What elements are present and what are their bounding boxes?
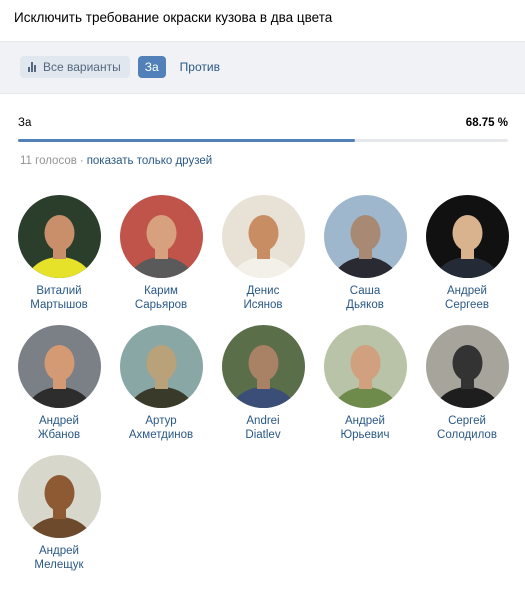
voter-first-name: Andrei [246,415,280,427]
all-variants-label: Все варианты [43,60,121,74]
votes-meta: 11 голосов · показать только друзей [20,155,212,167]
filter-for-button[interactable]: За [137,56,166,78]
voter-last-name: Исянов [243,299,283,311]
avatar[interactable] [17,455,101,538]
voter-name[interactable]: Карим Сарьяров [135,284,187,312]
voter-last-name: Жбанов [37,429,81,441]
all-variants-button[interactable]: Все варианты [20,56,130,78]
voter-card[interactable]: Андрей Мелещук [8,455,110,575]
option-result: За 68.75 % [18,117,508,142]
filter-for-label: За [144,60,159,74]
voter-last-name: Сарьяров [134,299,188,311]
avatar[interactable] [323,325,407,408]
voter-last-name: Ахметдинов [128,429,194,441]
avatar[interactable] [221,325,305,408]
voter-name[interactable]: Андрей Сергеев [445,284,489,312]
voter-last-name: Солодилов [437,429,497,441]
poll-question: Исключить требование окраски кузова в дв… [14,10,333,25]
avatar[interactable] [425,195,509,278]
filter-against-button[interactable]: Против [174,56,226,78]
voter-first-name: Андрей [345,415,385,427]
avatar[interactable] [17,325,101,408]
voter-card[interactable]: Андрей Жбанов [8,325,110,445]
voter-card[interactable]: Андрей Сергеев [416,195,518,315]
bar-chart-icon [28,62,38,72]
voter-card[interactable]: Андрей Юрьевич [314,325,416,445]
option-progress-fill [18,139,355,142]
voter-last-name: Сергеев [445,299,489,311]
voter-last-name: Мартышов [30,299,88,311]
voter-name[interactable]: Андрей Юрьевич [341,414,390,442]
voter-name[interactable]: Сергей Солодилов [437,414,497,442]
filter-against-label: Против [179,60,220,74]
voter-card[interactable]: Карим Сарьяров [110,195,212,315]
voters-grid: Виталий Мартышов Карим Сарьяров Денис Исянов С… [8,195,520,575]
voter-name[interactable]: Андрей Мелещук [34,544,83,572]
voter-last-name: Дьяков [346,299,384,311]
voter-card[interactable]: Денис Исянов [212,195,314,315]
voter-last-name: Мелещук [34,559,84,571]
filter-bar: Все варианты За Против [0,42,525,94]
option-percent: 68.75 % [465,117,508,129]
voter-name[interactable]: Andrei Diatlev [245,414,280,442]
voter-card[interactable]: Andrei Diatlev [212,325,314,445]
voter-first-name: Денис [246,285,280,297]
meta-separator: · [79,155,84,167]
avatar[interactable] [323,195,407,278]
avatar[interactable] [221,195,305,278]
voter-last-name: Diatlev [245,429,281,441]
voter-name[interactable]: Виталий Мартышов [30,284,88,312]
voter-name[interactable]: Саша Дьяков [346,284,384,312]
avatar[interactable] [119,195,203,278]
friends-only-link[interactable]: показать только друзей [87,155,212,167]
votes-count: 11 голосов [20,155,77,167]
voter-card[interactable]: Сергей Солодилов [416,325,518,445]
option-label: За [18,117,32,129]
poll-header: Исключить требование окраски кузова в дв… [0,0,525,42]
voter-last-name: Юрьевич [340,429,390,441]
voter-first-name: Виталий [36,285,82,297]
voter-name[interactable]: Андрей Жбанов [38,414,80,442]
avatar[interactable] [17,195,101,278]
voter-first-name: Андрей [447,285,487,297]
avatar[interactable] [425,325,509,408]
voter-first-name: Андрей [39,545,79,557]
avatar[interactable] [119,325,203,408]
voter-name[interactable]: Артур Ахметдинов [129,414,193,442]
voter-card[interactable]: Саша Дьяков [314,195,416,315]
voter-card[interactable]: Артур Ахметдинов [110,325,212,445]
voter-card[interactable]: Виталий Мартышов [8,195,110,315]
voter-first-name: Саша [349,285,381,297]
voter-first-name: Сергей [448,415,486,427]
voter-name[interactable]: Денис Исянов [243,284,282,312]
option-progress-bar [18,139,508,142]
voter-first-name: Андрей [39,415,79,427]
voter-first-name: Артур [145,415,177,427]
voter-first-name: Карим [144,285,178,297]
